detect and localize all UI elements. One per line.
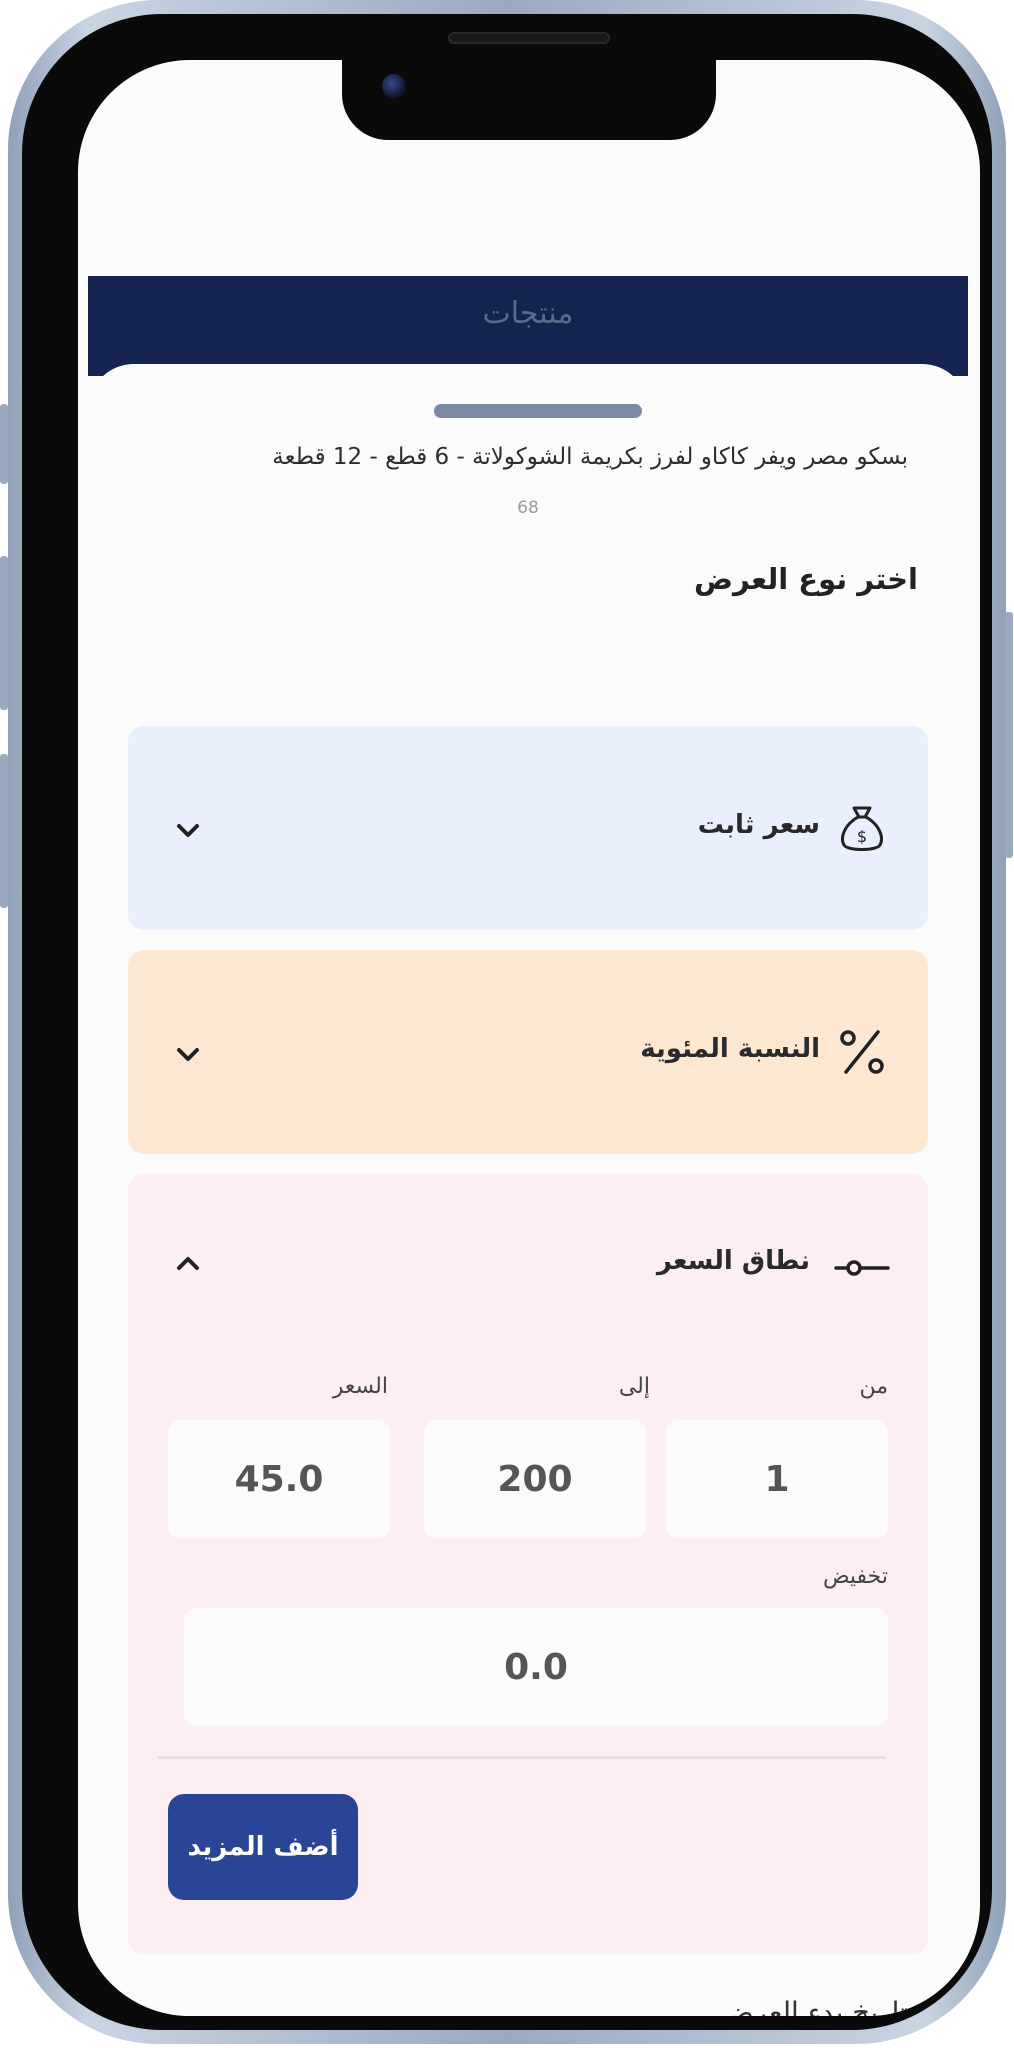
to-input[interactable]: 200 (424, 1420, 646, 1538)
from-label: من (859, 1374, 888, 1399)
front-camera (382, 74, 406, 98)
mute-switch (0, 404, 8, 484)
notch (342, 60, 716, 140)
power-button (1005, 612, 1013, 858)
money-bag-icon: $ (841, 806, 883, 851)
phone-body: منتجات بسكو مصر ويفر كاكاو لفرز بكريمة ا… (22, 14, 992, 2030)
bottom-sheet: بسكو مصر ويفر كاكاو لفرز بكريمة الشوكولا… (88, 364, 968, 2016)
option-label: سعر ثابت (697, 810, 820, 840)
sheet-drag-handle[interactable] (434, 404, 642, 418)
volume-up-button (0, 556, 8, 710)
percent-icon (840, 1030, 884, 1074)
svg-text:$: $ (857, 827, 867, 846)
chevron-down-icon[interactable] (172, 1038, 204, 1070)
discount-input[interactable]: 0.0 (184, 1608, 888, 1726)
product-sub-value: 68 (517, 498, 539, 518)
chevron-up-icon[interactable] (172, 1248, 204, 1280)
app-header: منتجات (88, 276, 968, 376)
price-input[interactable]: 45.0 (168, 1420, 390, 1538)
price-label: السعر (332, 1374, 388, 1399)
chevron-down-icon[interactable] (172, 814, 204, 846)
to-label: إلى (618, 1374, 650, 1399)
option-label: النسبة المئوية (640, 1034, 820, 1064)
start-date-label: تاريخ بدء العرض (719, 1996, 908, 2016)
add-more-button[interactable]: أضف المزيد (168, 1794, 358, 1900)
offer-option-percentage[interactable]: النسبة المئوية (128, 950, 928, 1154)
option-label: نطاق السعر (656, 1246, 810, 1276)
discount-label: تخفيض (822, 1564, 888, 1589)
offer-option-price-range: نطاق السعر من إلى السعر 1 200 45.0 تخفيض… (128, 1174, 928, 1954)
from-input[interactable]: 1 (666, 1420, 888, 1538)
page-title: منتجات (482, 296, 574, 331)
earpiece-speaker (448, 32, 610, 44)
screen: منتجات بسكو مصر ويفر كاكاو لفرز بكريمة ا… (78, 60, 980, 2016)
offer-type-title: اختر نوع العرض (693, 562, 918, 596)
offer-option-fixed-price[interactable]: $ سعر ثابت (128, 726, 928, 930)
range-slider-icon (834, 1260, 890, 1276)
volume-down-button (0, 754, 8, 908)
divider (158, 1756, 886, 1759)
product-name: بسكو مصر ويفر كاكاو لفرز بكريمة الشوكولا… (272, 444, 908, 470)
